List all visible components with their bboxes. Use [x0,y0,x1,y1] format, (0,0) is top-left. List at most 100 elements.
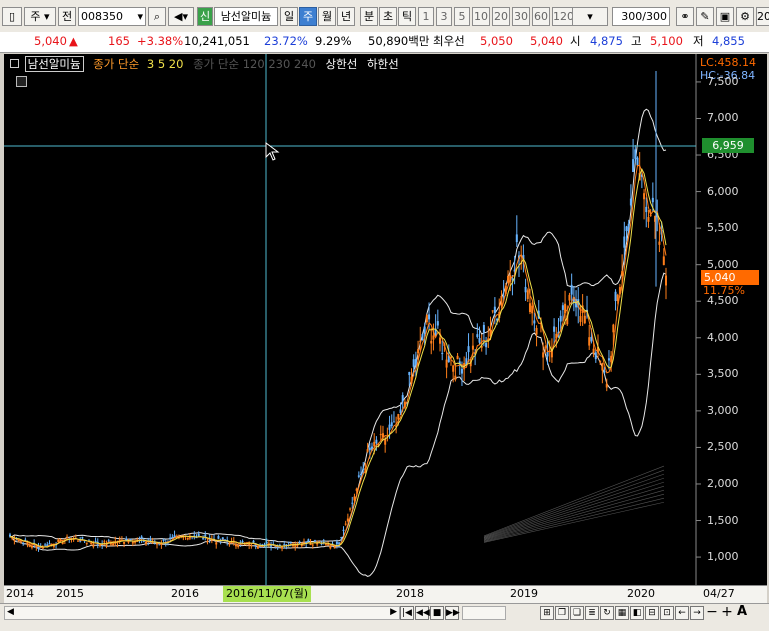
first-icon[interactable]: |◀ [400,606,414,620]
candle-body [493,306,496,313]
rewind-icon[interactable]: ◀◀ [415,606,430,620]
legend-upper-band: 상한선 [325,57,358,71]
candle-body [643,193,646,200]
candle-body [103,541,106,543]
prev-button[interactable]: 전 [58,7,76,26]
candle-body [607,358,610,361]
list-icon[interactable]: ≣ [585,606,599,620]
speaker-icon[interactable]: ◀▾ [168,7,194,26]
candle-body [313,540,316,542]
period-tab[interactable]: 초 [379,7,397,26]
period-tab[interactable]: 년 [337,7,355,26]
interval-button[interactable]: 1 [418,7,434,26]
current-pct-tag: 11.75% [703,284,745,297]
right-arrow-icon[interactable]: → [690,606,704,620]
stock-code-input[interactable]: 008350 ▾ [78,7,146,26]
candle-body [491,310,494,312]
candle-body [384,439,387,445]
period-tab[interactable]: 일 [280,7,298,26]
grid-view-icon[interactable]: ▦ [615,606,629,620]
candle-body [237,544,240,547]
zoom-out-icon[interactable]: − [705,605,719,620]
candle-body [476,334,479,337]
high-value: 5,100 [650,34,683,48]
period-tab[interactable]: 틱 [398,7,416,26]
interval-button[interactable]: 3 [436,7,452,26]
x-tick-label: 2020 [627,587,655,600]
layout-icon[interactable]: ▯ [2,7,22,26]
interval-button[interactable]: 60 [532,7,550,26]
candle-body [419,340,422,342]
candle-body [13,539,16,541]
interval-button[interactable]: 20 [492,7,510,26]
candle-body [651,197,654,203]
ratio-pct: 9.29% [315,34,352,48]
zoom-box-icon[interactable]: ⊞ [540,606,554,620]
turnover-pct: 23.72% [264,34,308,48]
x-tick-label: 2014 [6,587,34,600]
candle-body [215,542,218,545]
candle-body [142,541,145,543]
candle-body [250,545,253,547]
gear-icon[interactable]: ⚙ [736,7,754,26]
candle-body [162,539,165,541]
draw-icon[interactable]: ✎ [696,7,714,26]
cut-label[interactable]: 20 [756,7,769,26]
save-icon[interactable]: ▣ [716,7,734,26]
interval-button[interactable]: 10 [472,7,490,26]
interval-button[interactable]: 30 [512,7,530,26]
change-pct: +3.38% [137,34,184,48]
copy-icon[interactable]: ❐ [555,606,569,620]
grid-toggle-icon[interactable] [16,76,27,87]
candle-body [26,542,29,546]
grid-icon [10,59,19,68]
font-size-icon[interactable]: A [735,605,749,620]
stop-icon[interactable]: ■ [430,606,444,620]
candle-body [401,395,404,402]
interval-button[interactable]: 5 [454,7,470,26]
redo-icon[interactable]: ↻ [600,606,614,620]
candle-body [612,324,615,333]
period-tab[interactable]: 분 [360,7,378,26]
candle-body [588,337,591,346]
period-tab[interactable]: 주 [299,7,317,26]
scroll-right-icon[interactable]: ▶ [390,607,397,617]
expand-icon[interactable]: ⊡ [660,606,674,620]
high-label: 고 [631,34,642,48]
candle-body [632,159,635,173]
candle-body [90,543,93,545]
layers-icon[interactable]: ◧ [630,606,644,620]
candle-body [485,342,488,348]
collapse-icon[interactable]: ⊟ [645,606,659,620]
period-tab[interactable]: 월 [318,7,336,26]
type-select[interactable]: 주 ▾ [24,7,56,26]
candle-body [524,286,527,293]
speed-scrollbar[interactable] [462,606,506,620]
horizontal-scrollbar[interactable]: ◀ ▶ [4,606,400,620]
candle-body [252,540,255,543]
candle-body [392,421,395,423]
candle-body [206,541,209,543]
last-date-label: 04/27 [703,587,735,600]
compare-icon[interactable]: ⚭ [676,7,694,26]
candle-body [507,275,510,283]
candle-body [171,536,174,538]
scroll-left-icon[interactable]: ◀ [7,607,14,617]
stock-name-field[interactable]: 남선알미늄 [214,7,278,26]
candle-body [432,335,435,340]
legend-hidden-ma: 종가 단순 120 230 240 [193,57,316,71]
interval-select[interactable]: ▾ [572,7,608,26]
candle-body [48,543,51,545]
interval-button[interactable]: 120 [552,7,574,26]
search-icon[interactable]: ⌕ [148,7,166,26]
count-input[interactable]: 300/300 [612,7,670,26]
forward-icon[interactable]: ▶▶ [445,606,460,620]
duplicate-icon[interactable]: ❏ [570,606,584,620]
y-tick-label: 2,500 [707,440,739,454]
candle-body [583,315,586,324]
candle-body [30,545,33,548]
zoom-in-icon[interactable]: + [720,605,734,620]
price-chart[interactable]: 남선알미늄 종가 단순 3 5 20 종가 단순 120 230 240 상한선… [4,54,767,585]
bottom-toolbar: ◀ ▶ |◀ ◀◀ ■ ▶▶ ⊞ ❐ ❏ ≣ ↻ ▦ ◧ ⊟ ⊡ ← → − +… [0,603,769,631]
left-arrow-icon[interactable]: ← [675,606,689,620]
